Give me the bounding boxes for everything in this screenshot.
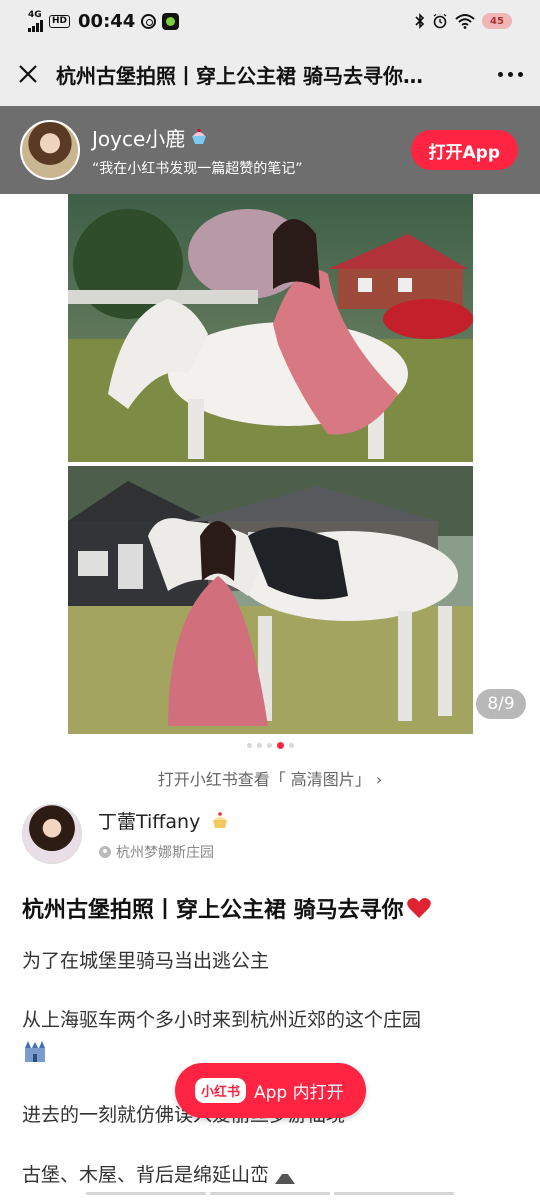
- castle-icon: [25, 1040, 45, 1062]
- open-in-app-button[interactable]: 小红书 App 内打开: [175, 1063, 366, 1118]
- banner-name: Joyce小鹿: [92, 123, 303, 152]
- close-icon: [19, 65, 37, 83]
- pagination-dot: [256, 743, 262, 748]
- author-row: 丁蕾Tiffany 杭州梦娜斯庄园: [22, 802, 522, 866]
- gallery-pagination-dots: [0, 742, 540, 749]
- more-dot-icon: [497, 71, 503, 77]
- banner-name-text: Joyce小鹿: [92, 126, 186, 151]
- banner-avatar[interactable]: [20, 120, 80, 180]
- home-bar-segment: [334, 1192, 454, 1195]
- title-bar: 杭州古堡拍照丨穿上公主裙 骑马去寻你…: [0, 42, 540, 106]
- cake-icon: [213, 812, 228, 828]
- more-dot-icon: [507, 71, 513, 77]
- clock: 00:44: [78, 10, 136, 32]
- post-paragraph-2: 从上海驱车两个多小时来到杭州近郊的这个庄园: [22, 1005, 522, 1065]
- author-banner: Joyce小鹿 “我在小红书发现一篇超赞的笔记” 打开App: [0, 106, 540, 194]
- photo-white-horse-standing: [68, 466, 473, 734]
- author-info: 丁蕾Tiffany 杭州梦娜斯庄园: [98, 807, 230, 862]
- post-paragraph-4: 古堡、木屋、背后是绵延山峦: [22, 1160, 522, 1190]
- pagination-dot: [288, 743, 294, 748]
- open-in-app-label: App 内打开: [254, 1083, 344, 1103]
- alarm-icon: [433, 13, 447, 29]
- banner-text: Joyce小鹿 “我在小红书发现一篇超赞的笔记”: [92, 123, 303, 178]
- author-name-text: 丁蕾Tiffany: [98, 810, 201, 833]
- author-location[interactable]: 杭州梦娜斯庄园: [98, 842, 230, 862]
- more-dot-icon: [517, 71, 523, 77]
- author-name[interactable]: 丁蕾Tiffany: [98, 807, 230, 834]
- page-title: 杭州古堡拍照丨穿上公主裙 骑马去寻你…: [56, 63, 423, 88]
- app-notification-icon: [162, 12, 180, 30]
- home-bar-segment: [210, 1192, 330, 1195]
- mountain-icon: [275, 1169, 296, 1184]
- post-title-text: 杭州古堡拍照丨穿上公主裙 骑马去寻你: [22, 898, 404, 923]
- more-options-button[interactable]: [480, 42, 540, 106]
- wifi-icon: [455, 14, 475, 29]
- photo-gallery[interactable]: [68, 194, 473, 734]
- cellular-signal-icon: 4G: [28, 9, 43, 32]
- home-indicator: [0, 1192, 540, 1200]
- shaved-ice-icon: [192, 128, 207, 144]
- home-bar-segment: [86, 1192, 206, 1195]
- notification-ring-icon: [141, 13, 157, 29]
- post-paragraph-2-text: 从上海驱车两个多小时来到杭州近郊的这个庄园: [22, 1009, 422, 1031]
- network-type: 4G: [28, 9, 42, 20]
- banner-subtitle: “我在小红书发现一篇超赞的笔记”: [92, 160, 303, 177]
- close-button[interactable]: [0, 42, 56, 106]
- image-page-counter: 8/9: [476, 689, 526, 719]
- author-location-text: 杭州梦娜斯庄园: [116, 844, 214, 861]
- red-heart-icon: [406, 898, 431, 918]
- pagination-dot: [266, 743, 272, 748]
- post-title: 杭州古堡拍照丨穿上公主裙 骑马去寻你: [22, 892, 522, 924]
- pagination-dot: [246, 743, 252, 748]
- view-hd-images-link[interactable]: 打开小红书查看「 高清图片」 ›: [0, 766, 540, 790]
- pagination-dot-active: [276, 742, 284, 749]
- location-pin-icon: [99, 845, 111, 858]
- xiaohongshu-logo: 小红书: [195, 1078, 247, 1103]
- open-app-button[interactable]: 打开App: [410, 130, 518, 170]
- status-bar: 4G HD 00:44 45: [0, 0, 540, 42]
- hd-voice-badge: HD: [49, 14, 71, 28]
- post-paragraph-1: 为了在城堡里骑马当出逃公主: [22, 950, 270, 972]
- post-paragraph-4-text: 古堡、木屋、背后是绵延山峦: [22, 1164, 270, 1186]
- bluetooth-icon: [415, 13, 425, 29]
- status-left: 4G HD 00:44: [28, 9, 180, 32]
- status-right: 45: [415, 13, 512, 29]
- battery-indicator: 45: [482, 13, 512, 29]
- photo-white-horse-sitting: [68, 194, 473, 462]
- author-avatar[interactable]: [22, 804, 82, 864]
